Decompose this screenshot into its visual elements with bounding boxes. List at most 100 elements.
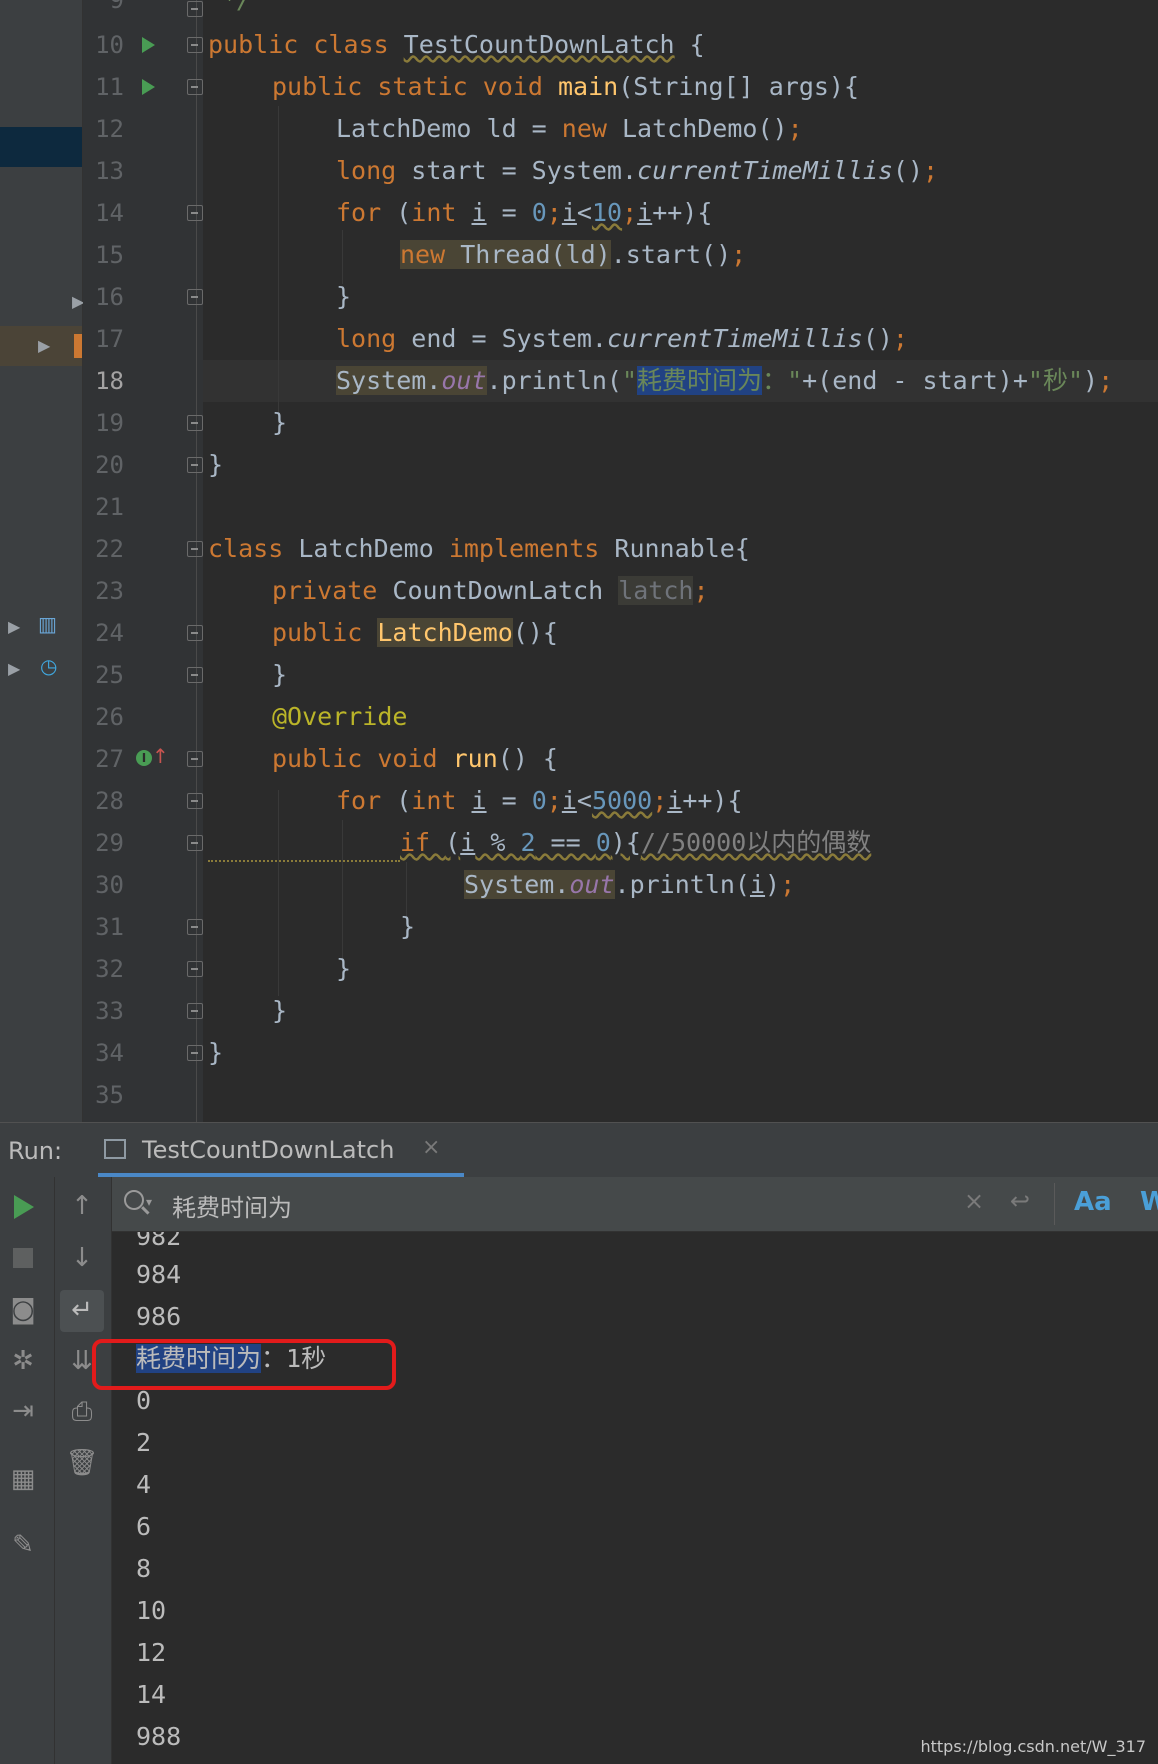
scroll-up-arrow-icon[interactable]: ↑ — [62, 1191, 102, 1221]
run-main-icon[interactable] — [142, 79, 155, 95]
line-number[interactable]: 33 — [84, 990, 124, 1032]
code-line-20[interactable]: } — [208, 444, 223, 486]
code-line-26[interactable]: @Override — [272, 696, 407, 738]
fold-marker-icon[interactable] — [187, 961, 203, 977]
code-line-22[interactable]: class LatchDemo implements Runnable{ — [208, 528, 750, 570]
console-output[interactable]: 982 984 986 耗费时间为：1秒 0 2 4 6 8 10 12 14 … — [112, 1232, 1158, 1764]
line-number[interactable]: 19 — [84, 402, 124, 444]
code-editor[interactable]: ▶ ▶ ▶ ▶ ▥ ◷ 9 10 11 12 13 14 15 16 17 18… — [0, 0, 1158, 1122]
code-line-27[interactable]: public void run() { — [272, 738, 558, 780]
clear-search-icon[interactable]: × — [964, 1187, 984, 1215]
line-number[interactable]: 30 — [84, 864, 124, 906]
fold-marker-icon[interactable] — [187, 793, 203, 809]
line-number[interactable]: 21 — [84, 486, 124, 528]
code-line-10[interactable]: public class TestCountDownLatch { — [208, 24, 705, 66]
expand-arrow-icon[interactable]: ▶ — [8, 659, 20, 678]
line-number[interactable]: 16 — [84, 276, 124, 318]
line-number[interactable]: 20 — [84, 444, 124, 486]
line-number-current[interactable]: 18 — [84, 360, 124, 402]
line-number[interactable]: 28 — [84, 780, 124, 822]
line-number[interactable]: 22 — [84, 528, 124, 570]
code-line-9[interactable]: */ — [222, 0, 252, 21]
fold-marker-icon[interactable] — [187, 205, 203, 221]
code-line-33[interactable]: } — [272, 990, 287, 1032]
search-icon[interactable] — [124, 1190, 144, 1210]
fold-marker-icon[interactable] — [187, 1045, 203, 1061]
code-line-17[interactable]: long end = System.currentTimeMillis(); — [336, 318, 908, 360]
fold-marker-icon[interactable] — [187, 835, 203, 851]
line-number[interactable]: 27 — [84, 738, 124, 780]
fold-marker-icon[interactable] — [187, 415, 203, 431]
layout-icon[interactable]: ▦ — [3, 1464, 43, 1494]
expand-arrow-icon[interactable]: ▶ — [8, 617, 20, 636]
line-number[interactable]: 15 — [84, 234, 124, 276]
fold-marker-icon[interactable] — [187, 1, 203, 17]
fold-marker-icon[interactable] — [187, 457, 203, 473]
code-line-32[interactable]: } — [336, 948, 351, 990]
trash-icon[interactable]: 🗑 — [62, 1448, 102, 1478]
expand-arrow-icon[interactable]: ▶ — [38, 336, 50, 355]
code-line-23[interactable]: private CountDownLatch latch; — [272, 570, 709, 612]
fold-marker-icon[interactable] — [187, 625, 203, 641]
search-history-caret-icon[interactable]: ▾ — [146, 1195, 152, 1209]
line-number[interactable]: 11 — [84, 66, 124, 108]
code-line-24[interactable]: public LatchDemo(){ — [272, 612, 558, 654]
close-tab-icon[interactable]: × — [422, 1135, 440, 1160]
run-tab[interactable]: TestCountDownLatch × — [98, 1123, 464, 1178]
match-case-toggle[interactable]: Aa — [1074, 1187, 1112, 1217]
go-to-super-arrow-icon[interactable]: ↑ — [152, 744, 169, 768]
line-number[interactable]: 12 — [84, 108, 124, 150]
line-number[interactable]: 23 — [84, 570, 124, 612]
line-number[interactable]: 9 — [84, 0, 124, 21]
code-line-14[interactable]: for (int i = 0;i<10;i++){ — [336, 192, 712, 234]
line-number[interactable]: 25 — [84, 654, 124, 696]
words-toggle[interactable]: W — [1140, 1187, 1158, 1217]
line-number[interactable]: 26 — [84, 696, 124, 738]
implements-method-icon[interactable]: I — [136, 750, 152, 766]
line-number[interactable]: 14 — [84, 192, 124, 234]
fold-marker-icon[interactable] — [187, 289, 203, 305]
rerun-play-icon[interactable] — [14, 1195, 34, 1219]
code-line-29[interactable]: if (i % 2 == 0){//50000以内的偶数 — [400, 822, 871, 864]
line-number[interactable]: 32 — [84, 948, 124, 990]
code-line-12[interactable]: LatchDemo ld = new LatchDemo(); — [336, 108, 803, 150]
code-line-31[interactable]: } — [400, 906, 415, 948]
camera-icon[interactable]: ◙ — [3, 1295, 43, 1325]
fold-marker-icon[interactable] — [187, 79, 203, 95]
fold-marker-icon[interactable] — [187, 37, 203, 53]
line-number[interactable]: 35 — [84, 1074, 124, 1116]
project-selected-row[interactable] — [0, 127, 82, 167]
code-line-30[interactable]: System.out.println(i); — [464, 864, 795, 906]
line-number[interactable]: 34 — [84, 1032, 124, 1074]
pin-icon[interactable]: ✎ — [3, 1530, 43, 1560]
fold-marker-icon[interactable] — [187, 541, 203, 557]
code-line-25[interactable]: } — [272, 654, 287, 696]
code-line-18[interactable]: System.out.println("耗费时间为："+(end - start… — [336, 360, 1113, 402]
fold-marker-icon[interactable] — [187, 1003, 203, 1019]
line-number[interactable]: 31 — [84, 906, 124, 948]
run-class-icon[interactable] — [142, 37, 155, 53]
code-line-28[interactable]: for (int i = 0;i<5000;i++){ — [336, 780, 743, 822]
login-icon[interactable]: ⇥ — [3, 1396, 43, 1426]
debug-bug-icon[interactable]: ✲ — [3, 1346, 43, 1376]
line-number[interactable]: 10 — [84, 24, 124, 66]
code-line-11[interactable]: public static void main(String[] args){ — [272, 66, 859, 108]
code-line-16[interactable]: } — [336, 276, 351, 318]
fold-marker-icon[interactable] — [187, 751, 203, 767]
project-tool-window-strip[interactable]: ▶ ▶ ▶ ▶ ▥ ◷ — [0, 0, 84, 1122]
line-number[interactable]: 29 — [84, 822, 124, 864]
code-line-13[interactable]: long start = System.currentTimeMillis(); — [336, 150, 938, 192]
line-number[interactable]: 17 — [84, 318, 124, 360]
code-line-19[interactable]: } — [272, 402, 287, 444]
stop-icon[interactable] — [13, 1248, 33, 1268]
print-icon[interactable]: ⎙ — [62, 1397, 102, 1428]
fold-marker-icon[interactable] — [187, 919, 203, 935]
line-number[interactable]: 13 — [84, 150, 124, 192]
new-line-icon[interactable]: ↩ — [1010, 1187, 1030, 1215]
fold-marker-icon[interactable] — [187, 667, 203, 683]
code-line-15[interactable]: new Thread(ld).start(); — [400, 234, 746, 276]
search-input[interactable] — [170, 1185, 774, 1225]
scroll-down-arrow-icon[interactable]: ↓ — [62, 1243, 102, 1273]
line-number[interactable]: 24 — [84, 612, 124, 654]
code-line-34[interactable]: } — [208, 1032, 223, 1074]
